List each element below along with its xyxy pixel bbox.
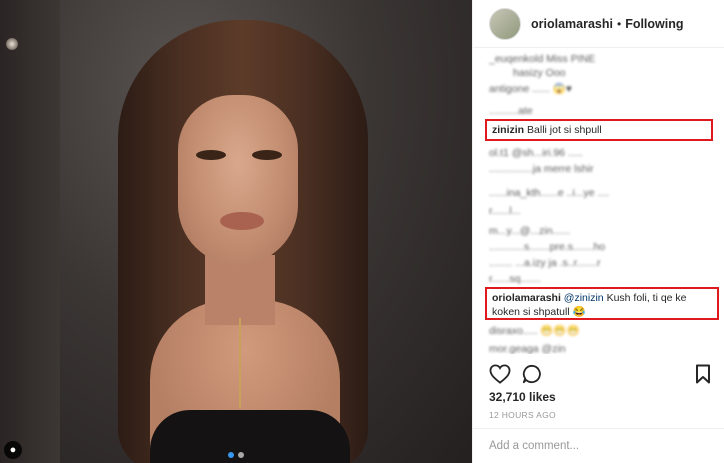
post-photo[interactable]: ● (0, 0, 472, 463)
comment-item: hasizy Ooo (513, 67, 566, 79)
photo-subject-eye (252, 150, 282, 160)
comment-text: Balli jot si shpull (527, 124, 602, 136)
comment-item: antigone ...... 😱♥ (489, 83, 572, 95)
comment-item: ............s.......pre.s.......ho (489, 241, 606, 253)
comment-username[interactable]: zinizin (492, 124, 524, 136)
highlighted-comment-2-body: oriolamarashi @zinizin Kush foli, ti qe … (487, 289, 717, 321)
comments-list[interactable]: _euqenkold Miss PINE hasizy Ooo antigone… (473, 48, 724, 354)
photo-background-wall (0, 0, 60, 463)
comment-bubble-icon[interactable] (522, 364, 542, 389)
highlighted-comment-1-body: zinizin Balli jot si shpull (487, 121, 711, 139)
photo-subject-face (178, 95, 298, 265)
photo-subject-neck (205, 255, 275, 325)
comment-item: ...............ja merre lshir (489, 163, 594, 175)
comment-item: _euqenkold Miss PINE (489, 53, 596, 65)
comment-item: m...y...@...zin...... (489, 225, 571, 237)
post-sidebar: oriolamarashi • Following _euqenkold Mis… (472, 0, 724, 463)
comment-item: ..........ate (489, 105, 533, 117)
post-timestamp[interactable]: 12 HOURS AGO (489, 410, 556, 420)
comment-username[interactable]: oriolamarashi (492, 292, 561, 304)
comment-item: disraxo..... 😁😁😁 (489, 325, 580, 337)
following-button[interactable]: Following (625, 17, 683, 31)
add-comment-bar (473, 428, 724, 463)
highlighted-comment-1: zinizin Balli jot si shpull (485, 119, 713, 141)
comment-item: ol.t1 @sh...iri.96 ..... (489, 147, 583, 159)
highlighted-comment-2: oriolamarashi @zinizin Kush foli, ti qe … (485, 287, 719, 320)
photo-subject-lips (220, 212, 264, 230)
comment-item: r......sq....... (489, 273, 541, 285)
tagged-user-icon[interactable]: ● (4, 441, 22, 459)
post-actions (489, 362, 711, 386)
comment-item: ......ina_kth......e ..i...ye .... (489, 187, 610, 199)
bookmark-icon[interactable] (695, 364, 711, 389)
photo-lamp (6, 38, 18, 50)
add-comment-input[interactable] (489, 440, 699, 452)
likes-count[interactable]: 32,710 likes (489, 390, 556, 404)
carousel-indicator (228, 452, 244, 458)
comment-mention[interactable]: @zinizin (564, 292, 604, 304)
comment-item: mor.geaga @zin (489, 343, 566, 354)
heart-outline-icon[interactable] (489, 364, 511, 389)
carousel-dot-active[interactable] (228, 452, 234, 458)
header-separator: • (616, 16, 622, 31)
photo-subject-eye (196, 150, 226, 160)
carousel-dot[interactable] (238, 452, 244, 458)
photo-subject-top (150, 410, 350, 463)
post-header: oriolamarashi • Following (473, 0, 724, 48)
avatar[interactable] (489, 7, 521, 40)
photo-subject-necklace (239, 318, 241, 408)
comment-item: ........ ...a.izy ja .s..r.......r (489, 257, 601, 269)
comment-item: r......l... (489, 205, 521, 217)
header-username[interactable]: oriolamarashi (531, 17, 613, 31)
